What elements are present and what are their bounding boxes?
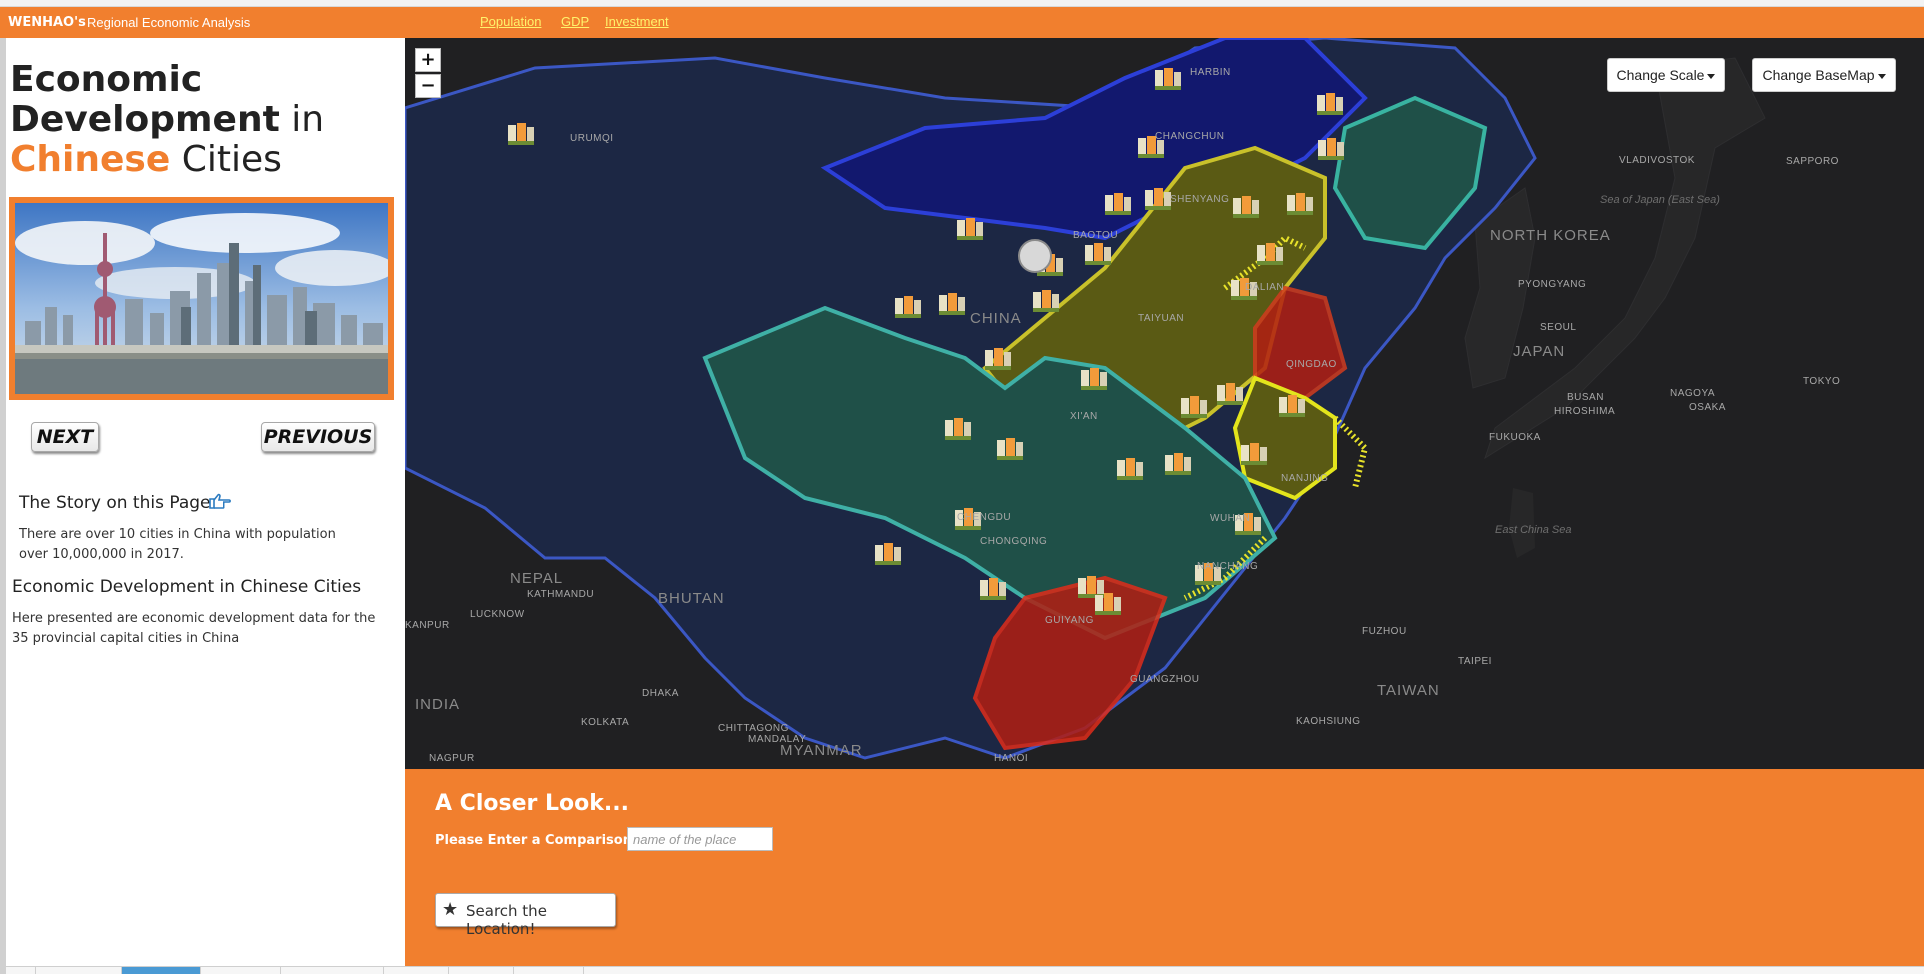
change-basemap-label: Change BaseMap [1762,67,1875,83]
bottom-tab[interactable] [281,967,384,974]
nav-link-population[interactable]: Population [480,14,541,29]
city-label: CHONGQING [980,536,1047,547]
selected-city-marker[interactable] [1018,239,1052,273]
city-label: CHENGDU [957,512,1011,523]
bottom-tab[interactable] [36,967,122,974]
search-location-button[interactable]: ★ Search the Location! [435,893,616,938]
city-label: NANJING [1281,473,1328,484]
city-label: TOKYO [1803,376,1840,387]
title-word-in: in [291,99,325,140]
city-label: GUIYANG [1045,615,1094,626]
nav-link-gdp[interactable]: GDP [561,14,589,29]
city-label: XI'AN [1070,411,1098,422]
section-heading: Economic Development in Chinese Cities [12,577,362,597]
star-icon: ★ [442,899,459,920]
city-label: HARBIN [1190,67,1231,78]
city-label: TAIYUAN [1138,313,1184,324]
story-text: There are over 10 cities in China with p… [19,527,336,562]
next-button[interactable]: NEXT [31,422,99,452]
bottom-tab-strip [6,966,1924,974]
city-label: NAGPUR [429,753,475,764]
bottom-tab[interactable] [384,967,449,974]
city-label: WUHAN [1210,513,1250,524]
zoom-in-button[interactable]: + [415,48,441,72]
city-label: FUKUOKA [1489,432,1541,443]
city-label: VLADIVOSTOK [1619,155,1695,166]
bottom-tab-active[interactable] [122,967,201,974]
city-label: HIROSHIMA [1554,406,1615,417]
section-text: Here presented are economic development … [12,611,376,646]
city-label: GUANGZHOU [1130,674,1200,685]
top-navbar: WENHAO's Regional Economic Analysis Popu… [0,7,1924,38]
city-label: DHAKA [642,688,679,699]
city-label: KATHMANDU [527,589,594,600]
browser-strip [0,0,1924,7]
title-word-cities: Cities [181,139,282,180]
bottom-tab[interactable] [201,967,281,974]
change-scale-label: Change Scale [1616,67,1705,83]
map-canvas: NORTH KOREA JAPAN TAIWAN NEPAL BHUTAN IN… [405,38,1924,769]
city-label: MANDALAY [748,734,806,745]
search-location-label: Search the Location! [466,902,547,938]
title-word-chinese: Chinese [10,139,171,180]
city-label: KOLKATA [581,717,629,728]
city-label: SHENYANG [1170,194,1229,205]
caret-down-icon [1707,73,1716,79]
brand-name: WENHAO's [8,15,86,30]
city-label: TAIPEI [1458,656,1492,667]
country-label-taiwan: TAIWAN [1377,682,1440,699]
sidebar-edge [0,38,6,974]
city-label: KANPUR [405,620,450,631]
city-label: BUSAN [1567,392,1604,403]
city-label: LUCKNOW [470,609,525,620]
sea-label-japan: Sea of Japan (East Sea) [1600,194,1720,206]
map-view[interactable]: NORTH KOREA JAPAN TAIWAN NEPAL BHUTAN IN… [405,38,1924,769]
comparison-input[interactable] [627,827,773,851]
panel-title: A Closer Look... [435,791,629,816]
city-label: HANOI [994,753,1028,764]
bottom-tab[interactable] [6,967,36,974]
country-label-japan: JAPAN [1513,343,1565,360]
previous-button[interactable]: PREVIOUS [261,422,375,452]
pointing-hand-icon[interactable] [208,493,232,511]
caret-down-icon [1877,73,1886,79]
country-label-north-korea: NORTH KOREA [1490,227,1611,244]
nav-link-investment[interactable]: Investment [605,14,669,29]
city-label: QINGDAO [1286,359,1337,370]
city-label: DALIAN [1245,282,1284,293]
country-label-nepal: NEPAL [510,570,563,587]
city-label: KAOHSIUNG [1296,716,1361,727]
title-word-economic: Economic [10,59,203,100]
closer-look-panel: A Closer Look... Please Enter a Comparis… [405,769,1924,966]
city-label: SAPPORO [1786,156,1839,167]
city-label: BAOTOU [1073,230,1118,241]
sea-label-east-china: East China Sea [1495,524,1571,536]
title-word-development: Development [10,99,280,140]
country-label-china: CHINA [970,310,1022,327]
comparison-label: Please Enter a Comparison [435,833,632,848]
city-label: FUZHOU [1362,626,1407,637]
bottom-tab[interactable] [514,967,584,974]
city-label: URUMQI [570,133,614,144]
app-root: WENHAO's Regional Economic Analysis Popu… [0,0,1924,974]
bottom-tab[interactable] [449,967,514,974]
country-label-bhutan: BHUTAN [658,590,725,607]
change-scale-button[interactable]: Change Scale [1607,58,1725,92]
zoom-out-button[interactable]: − [415,74,441,98]
city-label: CHITTAGONG [718,723,789,734]
country-label-india: INDIA [415,696,460,713]
city-label: OSAKA [1689,402,1726,413]
city-label: NAGOYA [1670,388,1715,399]
hero-image-frame [9,197,394,400]
story-heading: The Story on this Page [19,493,211,513]
city-label: PYONGYANG [1518,279,1586,290]
page-title: Economic Development in Chinese Cities [10,60,400,180]
city-label: NANCHANG [1197,561,1258,572]
shanghai-skyline-image [15,203,388,394]
city-label: SEOUL [1540,322,1576,333]
change-basemap-button[interactable]: Change BaseMap [1752,58,1896,92]
site-subtitle: Regional Economic Analysis [87,15,251,30]
city-label: CHANGCHUN [1155,131,1225,142]
